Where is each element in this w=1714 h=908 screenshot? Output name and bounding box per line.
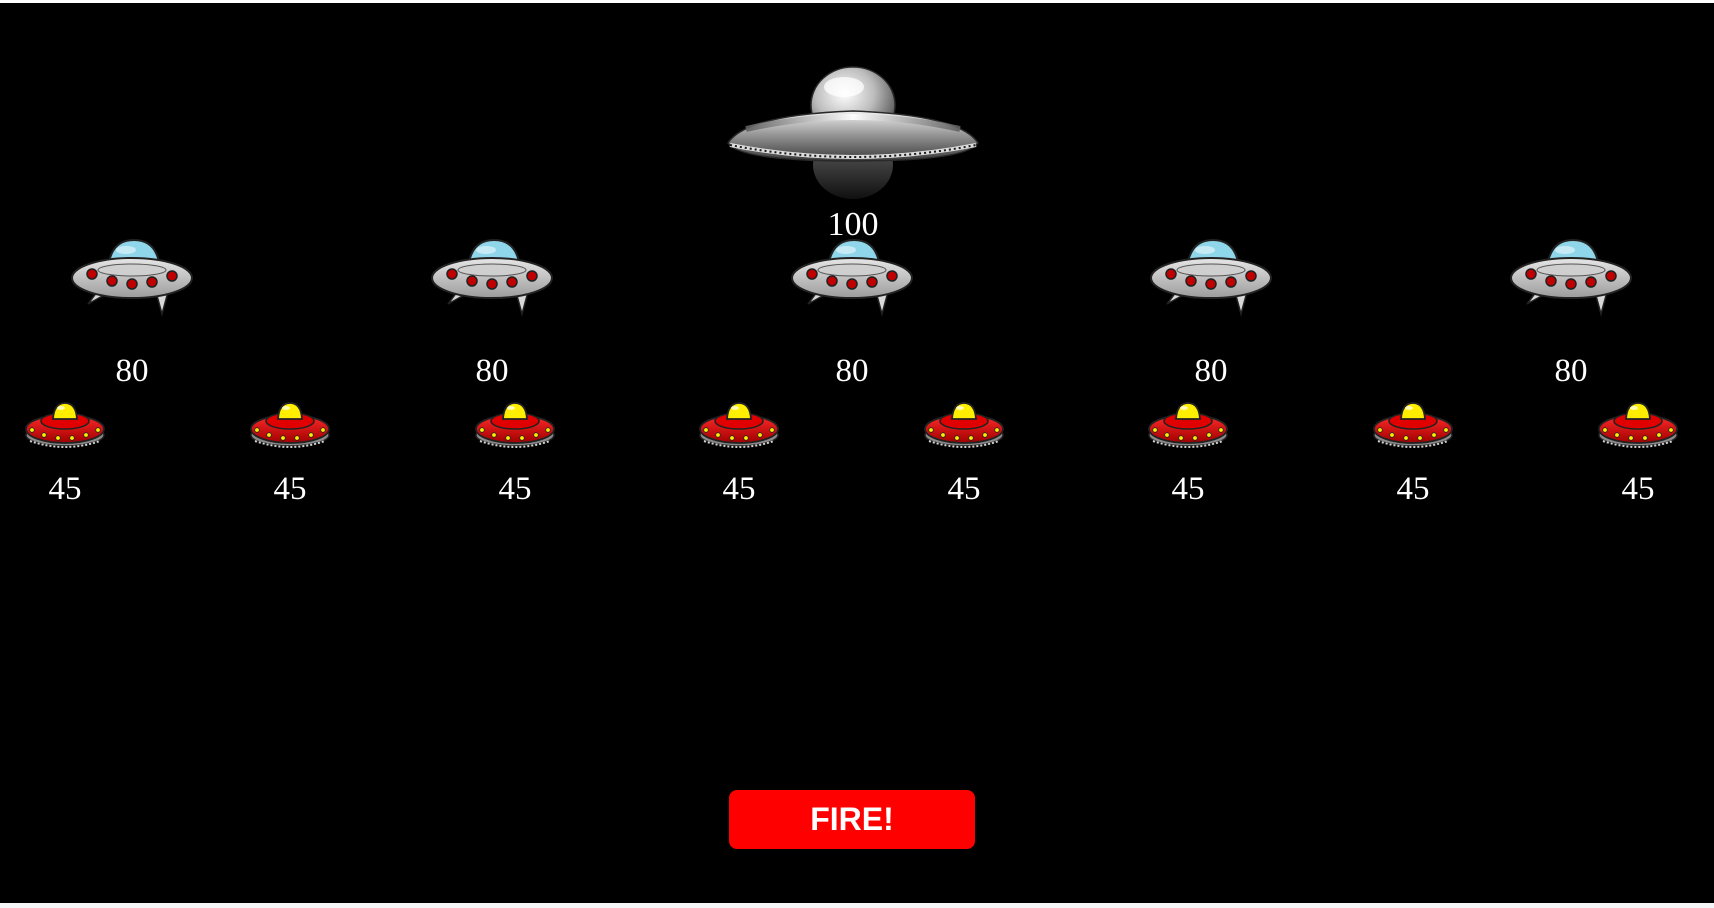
small-saucer-points-label: 45 [947, 471, 981, 507]
blue-dome-ufo-icon[interactable] [790, 232, 914, 323]
red-yellow-saucer-icon[interactable] [1597, 399, 1679, 456]
small-saucer-points-label: 45 [48, 471, 82, 507]
red-yellow-saucer-icon[interactable] [1372, 399, 1454, 456]
mid-ufo-points-label: 80 [1554, 353, 1588, 389]
fire-button[interactable]: FIRE! [729, 790, 975, 849]
blue-dome-ufo-icon[interactable] [430, 232, 554, 323]
small-saucer-points-label: 45 [722, 471, 756, 507]
red-yellow-saucer-icon[interactable] [249, 399, 331, 456]
bottom-strip [0, 903, 1714, 908]
red-yellow-saucer-icon[interactable] [474, 399, 556, 456]
game-stage: 100 80 80 80 80 80 45 45 45 45 45 45 45 45 FIRE! [0, 3, 1714, 903]
small-saucer-points-label: 45 [273, 471, 307, 507]
red-yellow-saucer-icon[interactable] [923, 399, 1005, 456]
small-saucer-points-label: 45 [498, 471, 532, 507]
small-saucer-points-label: 45 [1621, 471, 1655, 507]
silver-mothership-icon[interactable] [726, 65, 980, 201]
red-yellow-saucer-icon[interactable] [698, 399, 780, 456]
blue-dome-ufo-icon[interactable] [70, 232, 194, 323]
mid-ufo-points-label: 80 [1194, 353, 1228, 389]
blue-dome-ufo-icon[interactable] [1149, 232, 1273, 323]
mid-ufo-points-label: 80 [115, 353, 149, 389]
mid-ufo-points-label: 80 [835, 353, 869, 389]
red-yellow-saucer-icon[interactable] [1147, 399, 1229, 456]
blue-dome-ufo-icon[interactable] [1509, 232, 1633, 323]
small-saucer-points-label: 45 [1171, 471, 1205, 507]
mid-ufo-points-label: 80 [475, 353, 509, 389]
red-yellow-saucer-icon[interactable] [24, 399, 106, 456]
small-saucer-points-label: 45 [1396, 471, 1430, 507]
